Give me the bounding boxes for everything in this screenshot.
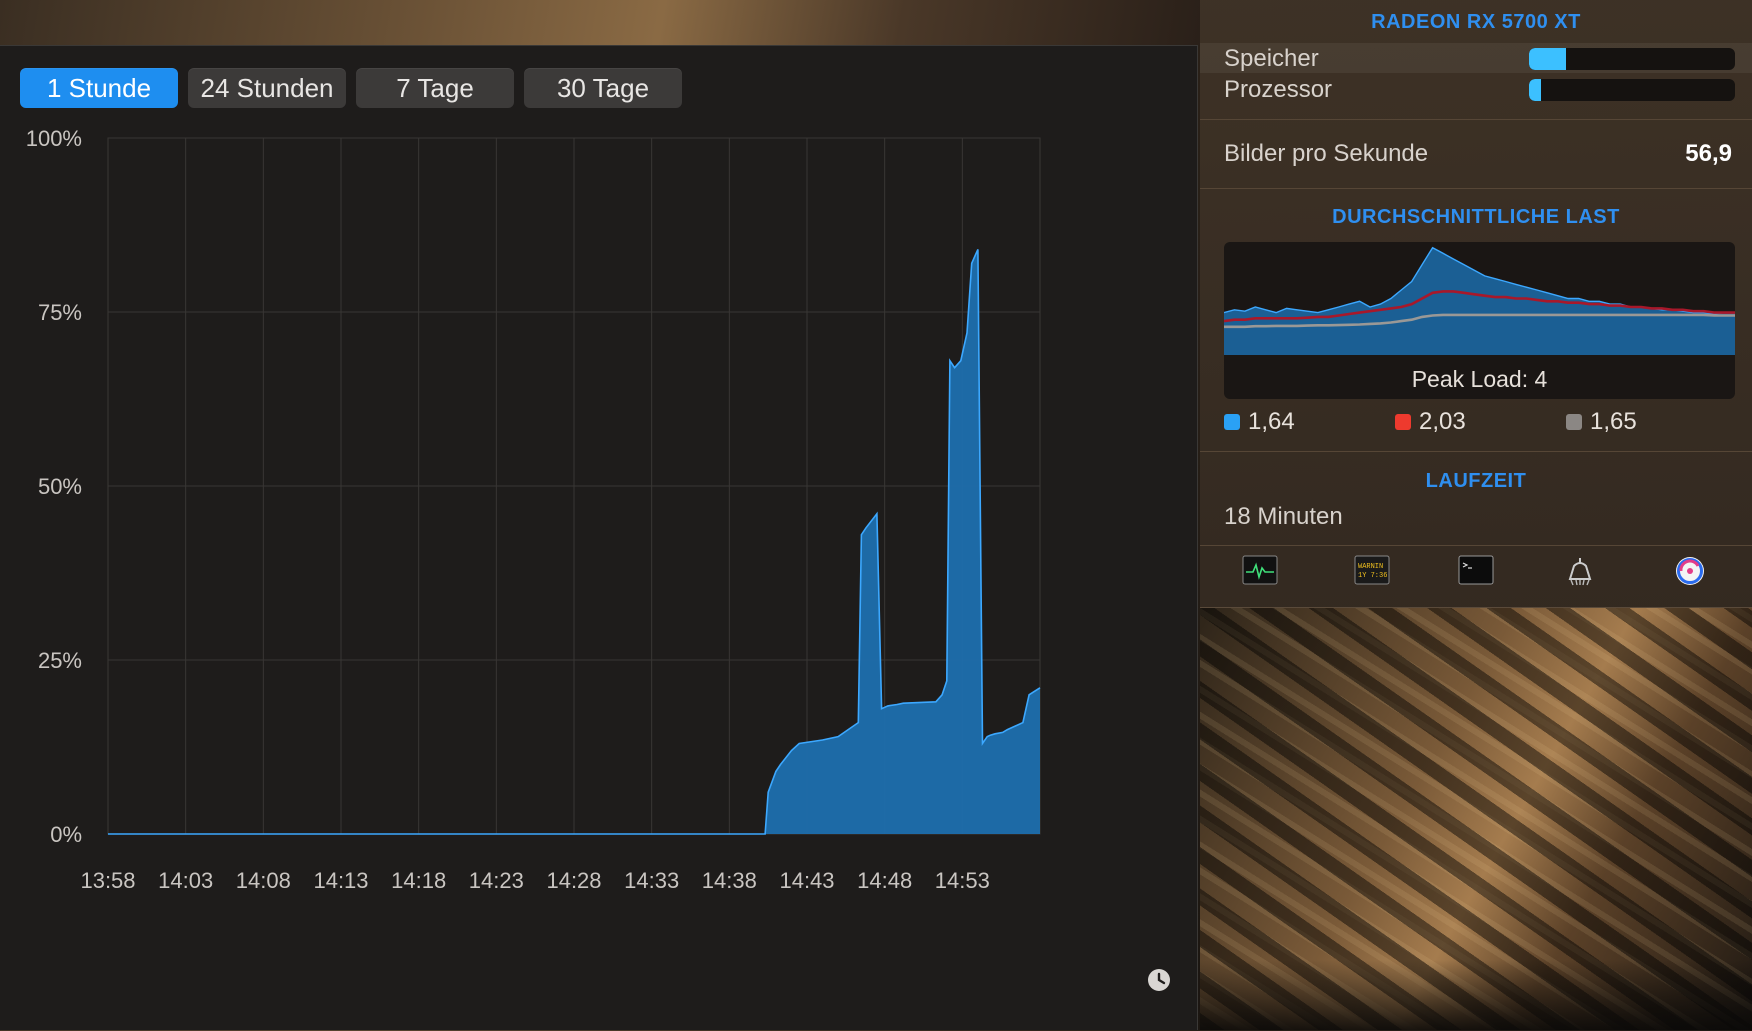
load-1min-area	[1224, 247, 1735, 355]
y-tick-label: 25%	[38, 648, 82, 673]
legend-swatch-red	[1395, 414, 1411, 430]
fps-label: Bilder pro Sekunde	[1224, 140, 1429, 167]
terminal-icon[interactable]	[1458, 555, 1494, 587]
x-tick-label: 14:08	[236, 868, 291, 893]
legend-5min-value: 2,03	[1419, 408, 1466, 435]
x-tick-label: 14:38	[702, 868, 757, 893]
legend-swatch-gray	[1566, 414, 1582, 430]
x-tick-label: 14:53	[935, 868, 990, 893]
divider	[1200, 119, 1752, 120]
x-tick-label: 14:33	[624, 868, 679, 893]
load-lines	[1224, 246, 1735, 355]
legend-swatch-blue	[1224, 414, 1240, 430]
console-icon[interactable]: WARNIN 1Y 7:36	[1354, 555, 1390, 587]
fps-value: 56,9	[1685, 140, 1732, 167]
console-icon-text-1: WARNIN	[1358, 563, 1383, 571]
legend-1min-value: 1,64	[1248, 408, 1295, 435]
x-tick-label: 14:03	[158, 868, 213, 893]
activity-monitor-icon[interactable]	[1242, 555, 1278, 587]
y-tick-label: 50%	[38, 474, 82, 499]
clock-icon[interactable]	[1148, 969, 1170, 991]
divider	[1200, 451, 1752, 452]
x-tick-label: 14:18	[391, 868, 446, 893]
x-tick-label: 13:58	[80, 868, 135, 893]
processor-bar	[1529, 79, 1735, 101]
legend-1min: 1,64	[1224, 408, 1295, 436]
legend-15min: 1,65	[1566, 408, 1637, 436]
uptime-value: 18 Minuten	[1224, 503, 1343, 530]
processor-bar-fill	[1529, 79, 1542, 101]
x-axis-ticks: 13:58 14:03 14:08 14:13 14:18 14:23 14:28 14:33…	[80, 868, 989, 893]
desktop-wallpaper-shadow	[1200, 960, 1752, 1030]
load-heading: DURCHSCHNITTLICHE LAST	[1332, 206, 1620, 228]
console-icon-text-2: 1Y 7:36	[1358, 572, 1387, 580]
legend-5min: 2,03	[1395, 408, 1466, 436]
y-axis-ticks: 0% 25% 50% 75% 100%	[26, 126, 82, 847]
peak-load-label: Peak Load: 4	[1411, 366, 1548, 392]
x-tick-label: 14:13	[313, 868, 368, 893]
gpu-heading: RADEON RX 5700 XT	[1371, 11, 1581, 33]
y-tick-label: 0%	[50, 822, 82, 847]
y-tick-label: 75%	[38, 300, 82, 325]
desktop-wallpaper-top	[0, 0, 1200, 45]
x-tick-label: 14:48	[857, 868, 912, 893]
memory-bar	[1529, 48, 1735, 70]
istat-menus-icon[interactable]	[1672, 555, 1708, 587]
load-average-graph: Peak Load: 4	[1224, 242, 1735, 399]
y-tick-label: 100%	[26, 126, 82, 151]
x-tick-label: 14:28	[546, 868, 601, 893]
memory-label: Speicher	[1224, 45, 1319, 72]
x-tick-label: 14:23	[469, 868, 524, 893]
gpu-dropdown-panel: RADEON RX 5700 XT Speicher Prozessor Bil…	[1200, 0, 1752, 608]
legend-15min-value: 1,65	[1590, 408, 1637, 435]
disk-cleaner-icon[interactable]	[1562, 555, 1598, 587]
app-shortcut-bar: WARNIN 1Y 7:36	[1200, 545, 1752, 607]
memory-bar-fill	[1529, 48, 1567, 70]
gpu-history-chart: 0% 25% 50% 75% 100% 13:58 14:03 14:08 14:13 14:1…	[26, 126, 1170, 991]
processor-label: Prozessor	[1224, 76, 1333, 103]
uptime-heading: LAUFZEIT	[1425, 470, 1527, 492]
history-window: 1 Stunde 24 Stunden 7 Tage 30 Tage 0% 25%…	[0, 45, 1198, 1030]
x-tick-label: 14:43	[779, 868, 834, 893]
divider	[1200, 188, 1752, 189]
